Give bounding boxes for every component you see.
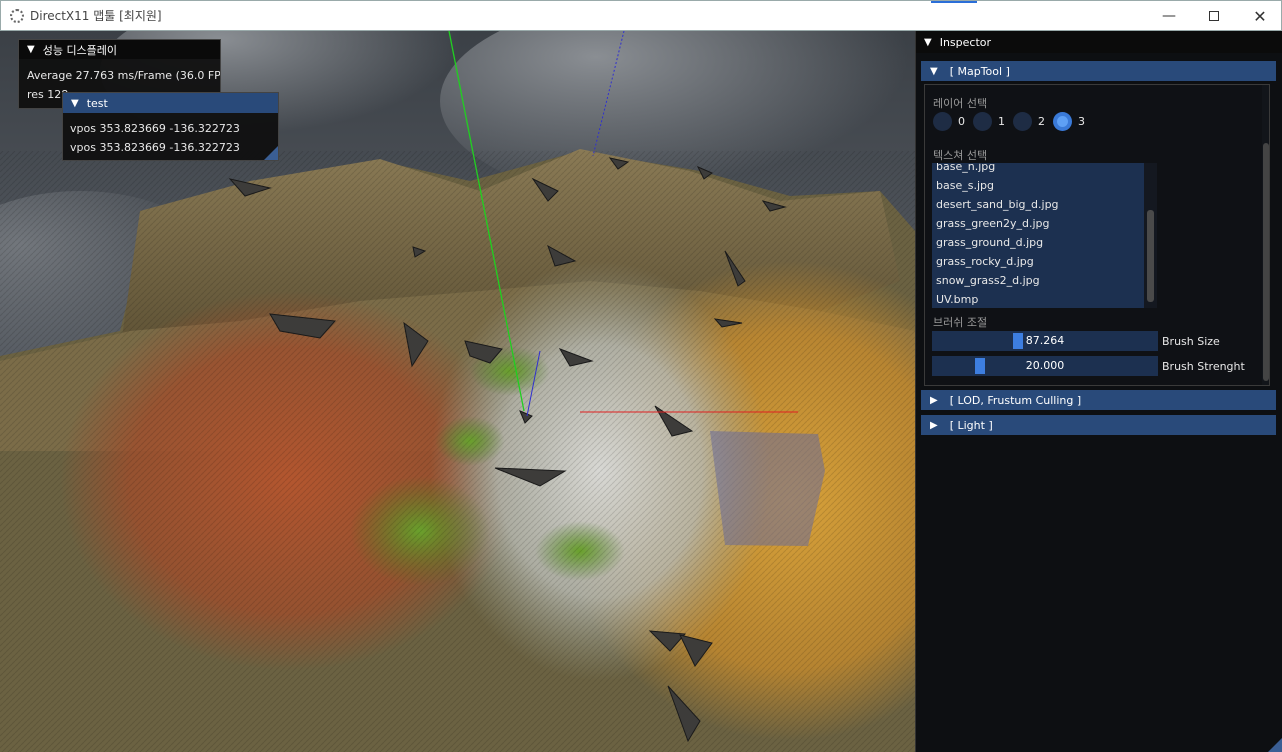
- maximize-button[interactable]: [1191, 1, 1237, 31]
- taskbar-accent: [931, 1, 977, 3]
- vpos-text: vpos 353.823669 -136.322723: [70, 122, 240, 135]
- collapse-triangle-icon[interactable]: ▼: [71, 98, 79, 109]
- performance-window-header[interactable]: ▼ 성능 디스플레이: [19, 40, 220, 59]
- radio-circle[interactable]: [1013, 112, 1032, 131]
- layer-radio-1[interactable]: 1: [973, 112, 1005, 131]
- test-window[interactable]: ▼ test vpos 353.823669 -136.322723 vpos …: [62, 92, 279, 161]
- layer-radio-label: 2: [1038, 115, 1045, 128]
- inspector-title: Inspector: [939, 35, 992, 49]
- maptool-scrollbar[interactable]: [1262, 85, 1269, 385]
- texture-list-scrollbar[interactable]: [1144, 163, 1157, 308]
- scrollbar-thumb[interactable]: [1147, 210, 1154, 302]
- expand-triangle-icon[interactable]: ▶: [930, 395, 938, 406]
- scrollbar-thumb[interactable]: [1263, 143, 1269, 381]
- section-light[interactable]: ▶ [ Light ]: [921, 415, 1276, 435]
- section-light-title: [ Light ]: [949, 418, 993, 432]
- resize-grip[interactable]: [1268, 738, 1282, 752]
- collapse-triangle-icon[interactable]: ▼: [924, 37, 932, 48]
- maptool-child-region[interactable]: 레이어 선택 0 1 2 3 텍스쳐 선택 base_n.jpg base_s.…: [924, 84, 1270, 386]
- brush-strength-slider[interactable]: 20.000: [932, 356, 1158, 376]
- brush-size-value: 87.264: [1025, 334, 1065, 347]
- minimize-button[interactable]: —: [1146, 1, 1192, 31]
- collapse-triangle-icon[interactable]: ▼: [27, 44, 35, 55]
- layer-radio-label: 3: [1078, 115, 1085, 128]
- section-maptool[interactable]: ▼ [ MapTool ]: [921, 61, 1276, 81]
- inspector-header[interactable]: ▼ Inspector: [916, 31, 1282, 53]
- radio-circle-selected[interactable]: [1053, 112, 1072, 131]
- texture-item[interactable]: base_s.jpg: [932, 176, 1144, 195]
- radio-circle[interactable]: [933, 112, 952, 131]
- title-bar: DirectX11 맵툴 [최지원] — ✕: [0, 0, 1282, 31]
- layer-radio-2[interactable]: 2: [1013, 112, 1045, 131]
- average-fps-text: Average 27.763 ms/Frame (36.0 FPS): [27, 69, 220, 82]
- brush-size-label: Brush Size: [1162, 335, 1220, 348]
- resize-grip[interactable]: [264, 146, 278, 160]
- texture-item[interactable]: UV.bmp: [932, 290, 1144, 308]
- texture-item[interactable]: desert_sand_big_d.jpg: [932, 195, 1144, 214]
- texture-item[interactable]: snow_grass2_d.jpg: [932, 271, 1144, 290]
- close-icon: ✕: [1253, 6, 1267, 26]
- texture-listbox[interactable]: base_n.jpg base_s.jpg desert_sand_big_d.…: [932, 163, 1144, 308]
- layer-radio-3[interactable]: 3: [1053, 112, 1085, 131]
- test-window-header[interactable]: ▼ test: [63, 93, 278, 113]
- performance-window-title: 성능 디스플레이: [42, 43, 118, 57]
- brush-size-slider[interactable]: 87.264: [932, 331, 1158, 351]
- layer-radio-label: 1: [998, 115, 1005, 128]
- maximize-icon: [1209, 11, 1219, 21]
- texture-item[interactable]: grass_ground_d.jpg: [932, 233, 1144, 252]
- layer-radio-label: 0: [958, 115, 965, 128]
- expand-triangle-icon[interactable]: ▶: [930, 420, 938, 431]
- texture-item[interactable]: grass_green2y_d.jpg: [932, 214, 1144, 233]
- vpos-text: vpos 353.823669 -136.322723: [70, 141, 240, 154]
- section-maptool-title: [ MapTool ]: [949, 64, 1010, 78]
- layer-radio-0[interactable]: 0: [933, 112, 965, 131]
- texture-select-label: 텍스쳐 선택: [933, 149, 988, 162]
- brush-strength-value: 20.000: [1025, 359, 1065, 372]
- brush-strength-label: Brush Strenght: [1162, 360, 1245, 373]
- section-lod-title: [ LOD, Frustum Culling ]: [949, 393, 1082, 407]
- window-title: DirectX11 맵툴 [최지원]: [30, 9, 162, 23]
- brush-area: [710, 431, 825, 546]
- section-lod-frustum[interactable]: ▶ [ LOD, Frustum Culling ]: [921, 390, 1276, 410]
- close-button[interactable]: ✕: [1237, 1, 1282, 31]
- brush-adjust-label: 브러쉬 조절: [933, 316, 988, 329]
- app-icon: [10, 8, 24, 23]
- minimize-icon: —: [1162, 8, 1176, 24]
- collapse-triangle-icon[interactable]: ▼: [930, 66, 938, 77]
- texture-item[interactable]: base_n.jpg: [932, 163, 1144, 176]
- texture-item[interactable]: grass_rocky_d.jpg: [932, 252, 1144, 271]
- inspector-panel[interactable]: ▼ Inspector ▼ [ MapTool ] 레이어 선택 0 1 2 3…: [915, 31, 1282, 752]
- layer-select-label: 레이어 선택: [933, 97, 988, 110]
- test-window-title: test: [86, 96, 108, 110]
- radio-circle[interactable]: [973, 112, 992, 131]
